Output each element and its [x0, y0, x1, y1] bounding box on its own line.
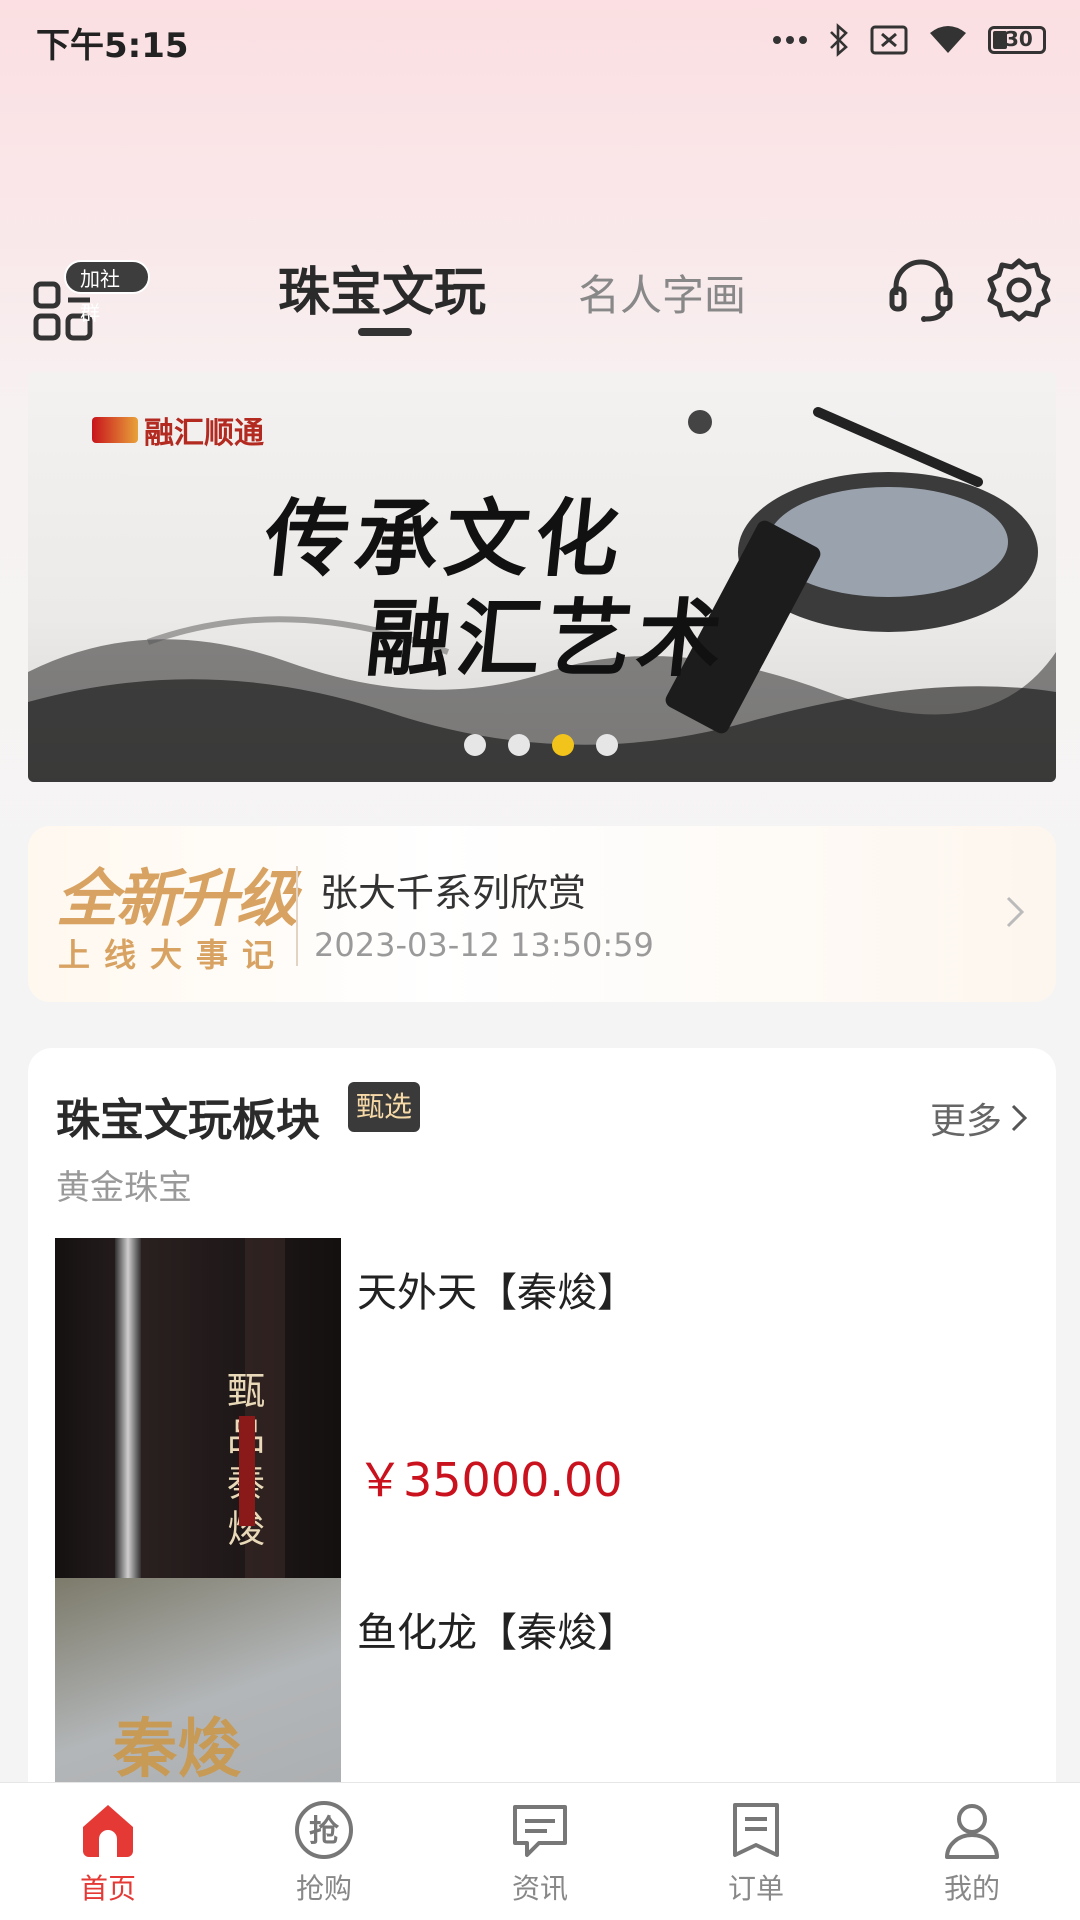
order-icon — [733, 1803, 779, 1857]
headset-icon[interactable] — [886, 255, 956, 325]
more-dots-icon — [773, 36, 807, 44]
more-link-label: 更多 — [929, 1101, 1002, 1142]
bottom-navigation: 首页 抢 抢购 资讯 订单 我的 — [0, 1782, 1080, 1920]
tab-calligraphy[interactable]: 名人字画 — [578, 262, 746, 323]
product-name: 鱼化龙【秦焌】 — [357, 1610, 637, 1656]
flash-buy-icon: 抢 — [295, 1801, 353, 1859]
home-icon — [83, 1805, 133, 1857]
announcement-time: 2023-03-12 13:50:59 — [314, 926, 654, 964]
product-name: 天外天【秦焌】 — [357, 1270, 637, 1316]
wifi-icon — [930, 26, 966, 53]
more-link[interactable]: 更多 — [930, 1092, 1028, 1144]
banner-slogan-line2: 融汇艺术 — [362, 589, 733, 688]
nav-label: 我的 — [943, 1872, 1000, 1905]
brand-name: 融汇顺通 — [144, 416, 264, 451]
nav-home[interactable]: 首页 — [38, 1799, 178, 1919]
section-subtitle: 黄金珠宝 — [56, 1168, 192, 1208]
nav-news[interactable]: 资讯 — [470, 1799, 610, 1919]
status-bar: 下午5:15 30 — [0, 0, 1080, 80]
banner-pagination — [464, 734, 618, 756]
pagination-dot[interactable] — [596, 734, 618, 756]
product-image-caption: 秦焌 — [113, 1712, 241, 1787]
battery-icon: 30 — [988, 26, 1046, 54]
chevron-right-icon — [1006, 896, 1025, 928]
nav-label: 资讯 — [511, 1872, 568, 1905]
nav-orders[interactable]: 订单 — [686, 1799, 826, 1919]
product-item[interactable]: 甄品秦焌 天外天【秦焌】 ￥35000.00 — [55, 1238, 1045, 1578]
nav-label: 订单 — [727, 1872, 784, 1905]
nav-flash-buy[interactable]: 抢 抢购 — [254, 1799, 394, 1919]
brand-dragon-icon — [92, 417, 138, 443]
pagination-dot[interactable] — [464, 734, 486, 756]
news-message-icon — [513, 1805, 567, 1857]
promo-banner[interactable]: 融汇顺通 传承文化 融汇艺术 — [28, 372, 1056, 782]
tab-jewelry[interactable]: 珠宝文玩 — [278, 250, 486, 325]
announcement-tag-subtitle: 上线大事记 — [58, 936, 289, 974]
announcement-card[interactable]: 全新升级 上线大事记 张大千系列欣赏 2023-03-12 13:50:59 — [28, 826, 1056, 1002]
join-group-badge: 加社群 — [64, 260, 150, 325]
announcement-title: 张大千系列欣赏 — [320, 871, 587, 915]
settings-gear-icon[interactable] — [984, 255, 1054, 325]
no-sim-icon — [870, 25, 908, 55]
svg-text:抢: 抢 — [309, 1814, 340, 1849]
announcement-divider — [296, 866, 298, 966]
pagination-dot-active[interactable] — [552, 734, 574, 756]
app-page: 下午5:15 30 加社群 珠宝文玩 名人字画 融汇顺通 传承文化 融汇艺术 全… — [0, 0, 1080, 1920]
top-header: 加社群 珠宝文玩 名人字画 — [0, 230, 1080, 350]
section-title: 珠宝文玩板块 — [56, 1095, 320, 1146]
bluetooth-icon — [830, 23, 848, 57]
featured-badge: 甄选 — [348, 1082, 421, 1132]
status-time: 下午5:15 — [36, 26, 189, 66]
nav-label: 首页 — [79, 1872, 136, 1905]
active-tab-indicator — [358, 328, 412, 336]
chevron-right-icon — [1011, 1104, 1028, 1132]
pagination-dot[interactable] — [508, 734, 530, 756]
join-group-button[interactable]: 加社群 — [30, 252, 150, 342]
product-price: ￥35000.00 — [357, 1453, 623, 1507]
announcement-tag-title: 全新升级 — [56, 862, 298, 935]
profile-icon — [945, 1804, 999, 1859]
battery-level: 30 — [1005, 27, 1033, 51]
brand-logo: 融汇顺通 — [92, 408, 264, 452]
nav-profile[interactable]: 我的 — [902, 1799, 1042, 1919]
product-image[interactable]: 甄品秦焌 — [55, 1238, 341, 1578]
nav-label: 抢购 — [295, 1872, 352, 1905]
status-icons: 30 — [772, 20, 1046, 60]
